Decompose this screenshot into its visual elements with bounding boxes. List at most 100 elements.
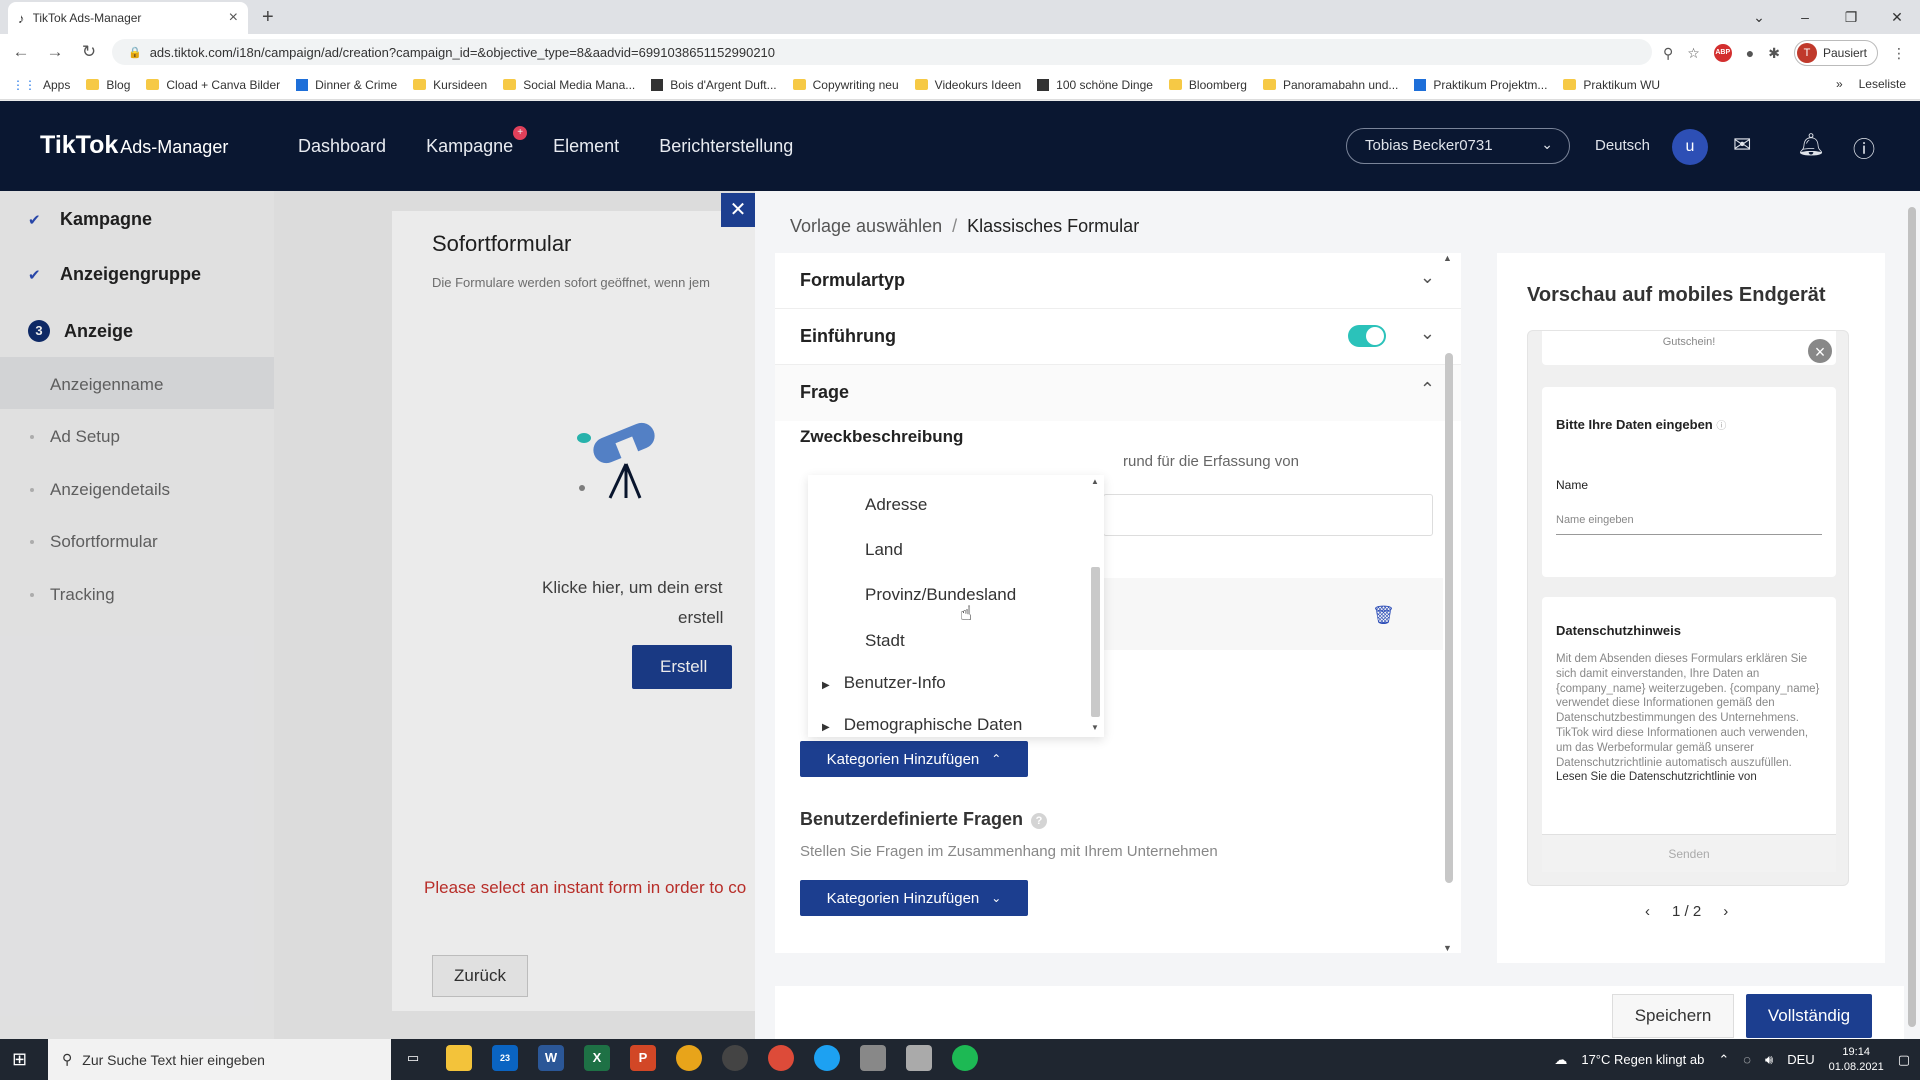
new-tab-button[interactable]: + bbox=[262, 6, 274, 29]
notifications-icon[interactable]: ▢ bbox=[1898, 1052, 1910, 1068]
bookmark-item[interactable]: Social Media Mana... bbox=[503, 78, 635, 92]
bookmark-item[interactable]: Copywriting neu bbox=[792, 78, 899, 92]
help-icon[interactable]: ? bbox=[1031, 813, 1048, 829]
dropdown-group-benutzer-info[interactable]: ▶ Benutzer-Info bbox=[822, 673, 946, 693]
word-icon[interactable]: W bbox=[538, 1045, 564, 1071]
bookmark-item[interactable]: Blog bbox=[86, 78, 130, 92]
bookmark-item[interactable]: Cload + Canva Bilder bbox=[146, 78, 280, 92]
tab-search-icon[interactable]: ⌄ bbox=[1736, 9, 1782, 26]
bookmark-item[interactable]: 100 schöne Dinge bbox=[1037, 78, 1153, 92]
language-selector[interactable]: Deutsch bbox=[1595, 137, 1650, 154]
breadcrumb-template[interactable]: Vorlage auswählen bbox=[790, 216, 942, 236]
nav-dashboard[interactable]: Dashboard bbox=[298, 136, 386, 157]
bookmark-item[interactable]: Bloomberg bbox=[1168, 78, 1247, 92]
zoom-icon[interactable]: ⚲ bbox=[1663, 45, 1673, 62]
chrome-icon[interactable] bbox=[768, 1045, 794, 1071]
preview-privacy-link: Lesen Sie die Datenschutzrichtlinie von bbox=[1556, 771, 1757, 784]
minimize-icon[interactable]: – bbox=[1782, 9, 1828, 25]
tab-close-icon[interactable]: × bbox=[229, 9, 238, 27]
address-bar: ← → ↻ 🔒 ads.tiktok.com/i18n/campaign/ad/… bbox=[0, 34, 1920, 70]
app-icon[interactable] bbox=[676, 1045, 702, 1071]
browser-toolbar-icons: ⚲ ☆ ABP ● ✱ T Pausiert ⋮ bbox=[1663, 40, 1906, 66]
dropdown-item-land[interactable]: Land bbox=[865, 540, 903, 560]
reload-icon[interactable]: ↻ bbox=[76, 42, 102, 62]
file-explorer-icon[interactable] bbox=[446, 1045, 472, 1071]
add-custom-categories-button[interactable]: Kategorien Hinzufügen ⌄ bbox=[800, 880, 1028, 916]
tray-chevron-icon[interactable]: ⌃ bbox=[1718, 1052, 1729, 1068]
section-einfuehrung[interactable]: Einführung ⌄ bbox=[775, 309, 1461, 365]
page-scrollbar[interactable] bbox=[1904, 191, 1920, 1039]
forward-icon[interactable]: → bbox=[42, 42, 68, 62]
adblock-icon[interactable]: ABP bbox=[1713, 44, 1732, 62]
bookmark-item[interactable]: Videokurs Ideen bbox=[914, 78, 1021, 92]
bookmark-item[interactable]: Kursideen bbox=[413, 78, 487, 92]
app-icon[interactable] bbox=[906, 1045, 932, 1071]
nav-berichterstellung[interactable]: Berichterstellung bbox=[659, 136, 793, 157]
categories-dropdown: Adresse Land Provinz/Bundesland Stadt ▶ B… bbox=[808, 475, 1104, 737]
zweck-input[interactable] bbox=[1103, 494, 1433, 536]
dropdown-scrollbar[interactable]: ▲ ▼ bbox=[1086, 475, 1104, 737]
bookmark-apps[interactable]: ⋮⋮ Apps bbox=[12, 78, 70, 92]
windows-start-icon[interactable]: ⊞ bbox=[12, 1049, 27, 1070]
bookmark-item[interactable]: Praktikum WU bbox=[1563, 78, 1660, 92]
top-nav: Dashboard Kampagne + Element Berichterste… bbox=[298, 126, 793, 157]
section-frage[interactable]: Frage ⌃ bbox=[775, 365, 1461, 421]
taskbar-apps: ▭ 23 W X P bbox=[400, 1045, 978, 1071]
complete-button[interactable]: Vollständig bbox=[1746, 994, 1872, 1038]
bookmark-star-icon[interactable]: ☆ bbox=[1687, 45, 1700, 62]
grammarly-icon[interactable]: ● bbox=[1746, 45, 1754, 61]
section-formulartyp[interactable]: Formulartyp ⌄ bbox=[775, 253, 1461, 309]
maximize-icon[interactable]: ❐ bbox=[1828, 9, 1874, 26]
dropdown-group-demographische[interactable]: ▶ Demographische Daten bbox=[822, 715, 1022, 735]
close-panel-icon[interactable]: ✕ bbox=[721, 193, 755, 227]
chevron-left-icon[interactable]: ‹ bbox=[1645, 903, 1650, 920]
bell-icon[interactable]: 🔔︎ bbox=[1797, 132, 1825, 158]
user-avatar[interactable]: u bbox=[1672, 129, 1708, 165]
bookmark-item[interactable]: Bois d'Argent Duft... bbox=[651, 78, 777, 92]
app-icon[interactable] bbox=[860, 1045, 886, 1071]
help-icon[interactable]: ⓘ bbox=[1853, 132, 1875, 164]
volume-icon[interactable]: 🔊︎ bbox=[1765, 1052, 1773, 1068]
weather-text[interactable]: 17°C Regen klingt ab bbox=[1581, 1052, 1704, 1067]
nav-element[interactable]: Element bbox=[553, 136, 619, 157]
inbox-icon[interactable]: ✉ bbox=[1733, 132, 1751, 158]
profile-button[interactable]: T Pausiert bbox=[1793, 40, 1878, 66]
preview-close-icon[interactable]: × bbox=[1806, 337, 1834, 365]
form-scrollbar[interactable]: ▲ ▼ bbox=[1441, 253, 1455, 953]
excel-icon[interactable]: X bbox=[584, 1045, 610, 1071]
app-icon[interactable] bbox=[722, 1045, 748, 1071]
save-button[interactable]: Speichern bbox=[1612, 994, 1734, 1038]
keyboard-lang[interactable]: DEU bbox=[1787, 1052, 1814, 1067]
close-window-icon[interactable]: ✕ bbox=[1874, 9, 1920, 26]
nav-kampagne[interactable]: Kampagne + bbox=[426, 126, 528, 157]
add-categories-button[interactable]: Kategorien Hinzufügen ⌃ bbox=[800, 741, 1028, 777]
browser-menu-icon[interactable]: ⋮ bbox=[1892, 45, 1906, 62]
mail-icon[interactable]: 23 bbox=[492, 1045, 518, 1071]
dropdown-item-stadt[interactable]: Stadt bbox=[865, 631, 905, 651]
back-icon[interactable]: ← bbox=[8, 42, 34, 62]
bookmark-item[interactable]: Dinner & Crime bbox=[296, 78, 397, 92]
bookmark-item[interactable]: Praktikum Projektm... bbox=[1414, 78, 1547, 92]
dropdown-item-provinz[interactable]: Provinz/Bundesland bbox=[865, 585, 1016, 605]
task-view-icon[interactable]: ▭ bbox=[400, 1045, 426, 1071]
dropdown-item-adresse[interactable]: Adresse bbox=[865, 495, 927, 515]
extensions-icon[interactable]: ✱ bbox=[1768, 45, 1780, 62]
spotify-icon[interactable] bbox=[952, 1045, 978, 1071]
browser-tabbar: ♪ TikTok Ads-Manager × + ⌄ – ❐ ✕ bbox=[0, 0, 1920, 34]
reading-list-button[interactable]: Leseliste bbox=[1859, 77, 1906, 91]
einfuehrung-toggle[interactable] bbox=[1348, 325, 1386, 347]
url-field[interactable]: 🔒 ads.tiktok.com/i18n/campaign/ad/creati… bbox=[112, 39, 1652, 65]
tiktok-logo[interactable]: TikTok Ads-Manager bbox=[40, 131, 228, 160]
browser-tab[interactable]: ♪ TikTok Ads-Manager × bbox=[8, 2, 248, 34]
clock[interactable]: 19:14 01.08.2021 bbox=[1829, 1045, 1884, 1075]
trash-icon[interactable]: 🗑︎ bbox=[1372, 605, 1395, 626]
taskbar-search[interactable]: ⚲ Zur Suche Text hier eingeben bbox=[48, 1039, 391, 1080]
bookmarks-more-button[interactable]: » bbox=[1836, 77, 1843, 91]
edge-icon[interactable] bbox=[814, 1045, 840, 1071]
chevron-right-icon[interactable]: › bbox=[1723, 903, 1728, 920]
phone-frame: Gutschein! × Bitte Ihre Daten eingeben ⓘ… bbox=[1527, 330, 1849, 886]
powerpoint-icon[interactable]: P bbox=[630, 1045, 656, 1071]
network-icon[interactable]: ◌ bbox=[1743, 1052, 1751, 1067]
account-selector[interactable]: Tobias Becker0731 ⌄ bbox=[1346, 128, 1570, 164]
bookmark-item[interactable]: Panoramabahn und... bbox=[1262, 78, 1398, 92]
